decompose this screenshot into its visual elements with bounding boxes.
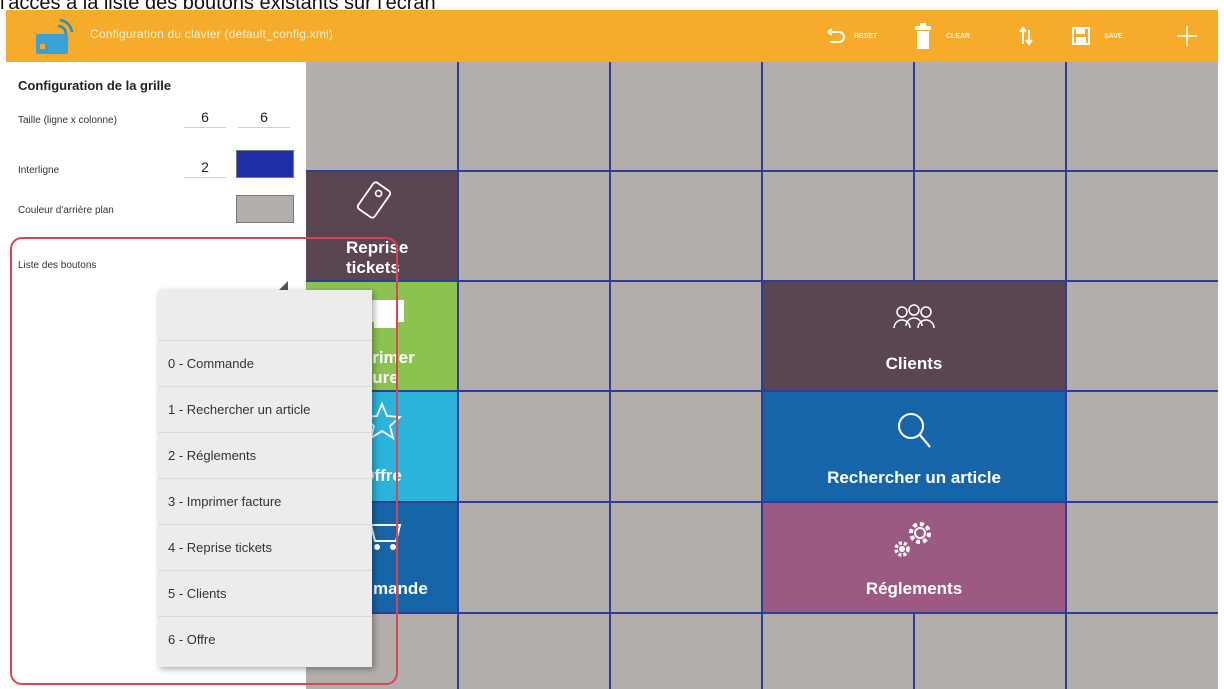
app-logo-icon (34, 14, 80, 58)
sort-button[interactable] (1018, 10, 1034, 62)
keyboard-grid: Reprise tickets Imprimer facture Offre (306, 62, 1218, 689)
reset-button[interactable]: RESET (826, 10, 877, 62)
grid-line (457, 62, 459, 689)
panel-title: Configuration de la grille (18, 78, 172, 93)
clear-button[interactable]: CLEAR (914, 10, 970, 62)
save-icon (1072, 27, 1090, 45)
save-label: SAVE (1104, 32, 1123, 40)
background-color-swatch[interactable] (236, 195, 294, 223)
tile-reglements[interactable]: Réglements (763, 503, 1065, 612)
grid-line (609, 62, 611, 689)
save-button[interactable]: SAVE (1072, 10, 1123, 62)
tile-label: Clients (885, 354, 943, 373)
screen: l'accès à la liste des boutons existants… (0, 0, 1224, 689)
grid-line (306, 612, 1218, 614)
app-bar: Configuration du clavier (default_config… (6, 10, 1218, 62)
size-label: Taille (ligne x colonne) (18, 115, 117, 126)
tile-label: Réglements (865, 579, 963, 598)
background-label: Couleur d'arrière plan (18, 205, 114, 216)
tile-clients[interactable]: Clients (763, 282, 1065, 390)
grid-line (1065, 62, 1067, 689)
sort-icon (1019, 26, 1033, 46)
trash-icon (915, 23, 931, 49)
ticket-icon (306, 180, 457, 220)
search-icon (763, 410, 1065, 450)
gears-icon (763, 519, 1065, 559)
highlight-annotation (10, 237, 398, 685)
spacing-field[interactable]: 2 (184, 156, 226, 178)
reset-label: RESET (854, 32, 878, 40)
cols-field[interactable]: 6 (238, 106, 290, 128)
rows-field[interactable]: 6 (184, 106, 226, 128)
app-title: Configuration du clavier (default_config… (90, 27, 334, 41)
undo-icon (827, 28, 845, 43)
clear-label: CLEAR (946, 32, 971, 40)
tile-rechercher-article[interactable]: Rechercher un article (763, 392, 1065, 501)
spacing-color-swatch[interactable] (236, 150, 294, 178)
plus-icon (1177, 26, 1197, 46)
people-icon (763, 304, 1065, 332)
spacing-label: Interligne (18, 165, 60, 176)
tile-label: Rechercher un article (827, 468, 1001, 487)
add-button[interactable] (1176, 10, 1198, 62)
